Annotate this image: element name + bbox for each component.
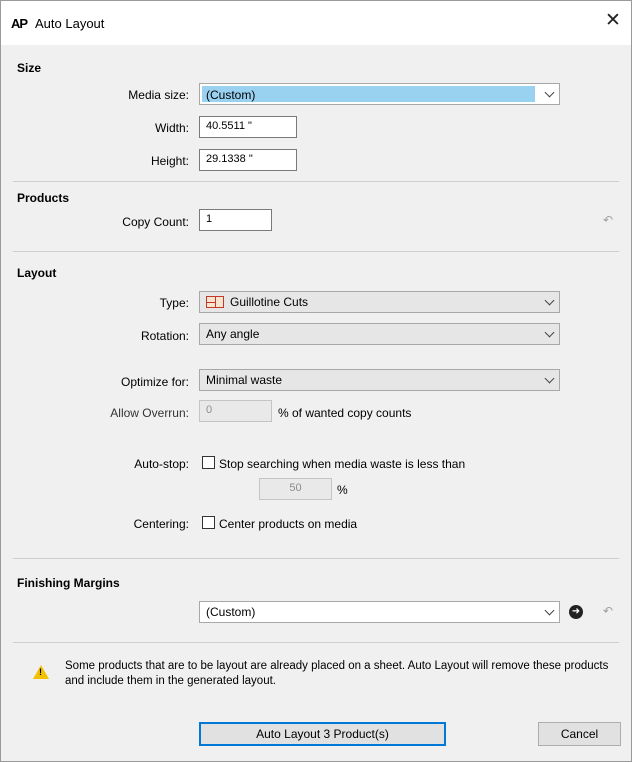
- media-size-label: Media size:: [128, 88, 189, 102]
- window-title: Auto Layout: [35, 16, 105, 31]
- divider: [13, 181, 619, 182]
- overrun-label: Allow Overrun:: [110, 406, 189, 420]
- autostop-checkbox[interactable]: [202, 456, 215, 469]
- autostop-suffix: %: [337, 483, 348, 497]
- width-field[interactable]: 40.5511 ": [199, 116, 297, 138]
- width-label: Width:: [154, 121, 189, 135]
- products-heading: Products: [17, 191, 70, 205]
- centering-label: Centering:: [133, 517, 189, 531]
- rotation-value: Any angle: [206, 327, 260, 341]
- finishing-undo-icon[interactable]: ↶: [603, 604, 613, 618]
- layout-heading: Layout: [17, 266, 57, 280]
- centering-text: Center products on media: [219, 517, 358, 531]
- size-heading: Size: [17, 61, 42, 75]
- rotation-select[interactable]: Any angle: [199, 323, 560, 345]
- media-size-select[interactable]: (Custom): [199, 83, 560, 105]
- divider: [13, 558, 619, 559]
- finishing-margins-select[interactable]: (Custom): [199, 601, 560, 623]
- centering-checkbox[interactable]: [202, 516, 215, 529]
- finishing-heading: Finishing Margins: [17, 576, 120, 590]
- copy-count-field[interactable]: 1: [199, 209, 272, 231]
- height-label: Height:: [150, 154, 189, 168]
- copy-count-undo-icon[interactable]: ↶: [603, 213, 613, 227]
- auto-layout-button[interactable]: Auto Layout 3 Product(s): [199, 722, 446, 746]
- app-logo-icon: AP: [11, 16, 28, 31]
- optimize-label: Optimize for:: [120, 375, 189, 389]
- chevron-down-icon: [544, 295, 555, 306]
- guillotine-cuts-icon: [206, 296, 224, 308]
- warning-icon: !: [33, 665, 49, 679]
- optimize-value: Minimal waste: [206, 373, 283, 387]
- autostop-text: Stop searching when media waste is less …: [219, 457, 466, 471]
- chevron-down-icon: [544, 605, 555, 616]
- overrun-field[interactable]: 0: [199, 400, 272, 422]
- copy-count-label: Copy Count:: [122, 215, 189, 229]
- type-value: Guillotine Cuts: [230, 295, 309, 309]
- divider: [13, 251, 619, 252]
- cancel-button[interactable]: Cancel: [538, 722, 621, 746]
- type-label: Type:: [159, 296, 189, 310]
- autostop-label: Auto-stop:: [134, 457, 189, 471]
- rotation-label: Rotation:: [140, 329, 189, 343]
- chevron-down-icon: [544, 373, 555, 384]
- warning-message: Some products that are to be layout are …: [65, 660, 609, 687]
- autostop-threshold-field[interactable]: 50: [259, 478, 332, 500]
- finishing-value: (Custom): [206, 605, 256, 619]
- chevron-down-icon: [544, 327, 555, 338]
- media-size-value: (Custom): [206, 88, 256, 102]
- height-field[interactable]: 29.1338 ": [199, 149, 297, 171]
- arrow-right-icon[interactable]: ➜: [569, 605, 583, 619]
- overrun-suffix: % of wanted copy counts: [278, 406, 412, 420]
- title-bar: AP Auto Layout ✕: [1, 1, 631, 45]
- optimize-select[interactable]: Minimal waste: [199, 369, 560, 391]
- chevron-down-icon: [544, 87, 555, 98]
- auto-layout-dialog: AP Auto Layout ✕ Size Media size: (Custo…: [0, 0, 632, 762]
- divider: [13, 642, 619, 643]
- type-select[interactable]: Guillotine Cuts: [199, 291, 560, 313]
- close-icon[interactable]: ✕: [603, 11, 623, 31]
